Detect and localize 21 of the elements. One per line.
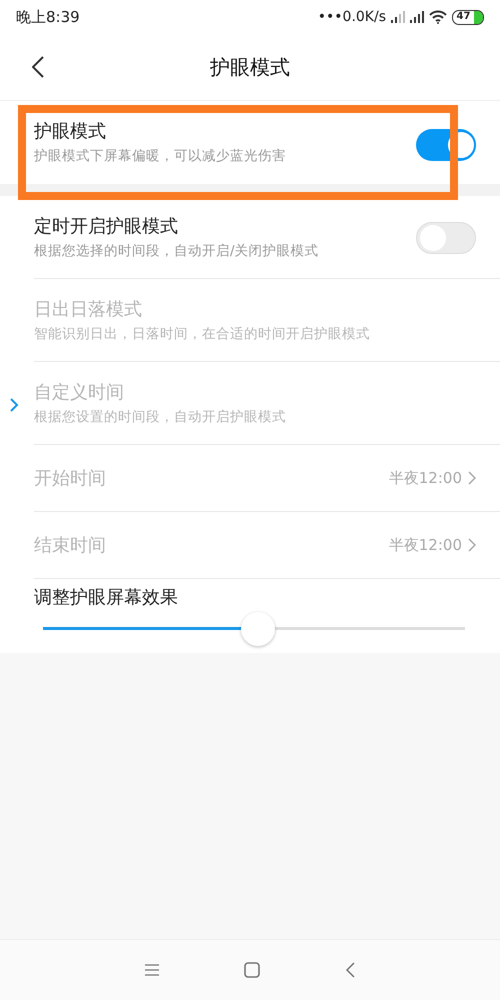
network-speed: •••0.0K/s (318, 9, 386, 25)
setting-description: 护眼模式下屏幕偏暖，可以减少蓝光伤害 (34, 147, 287, 165)
chevron-icon (468, 538, 476, 552)
wifi-icon (429, 10, 447, 24)
status-time: 晚上8:39 (16, 8, 80, 26)
menu-icon[interactable] (145, 964, 159, 976)
signal-icon (391, 11, 405, 23)
setting-title: 护眼模式 (34, 120, 107, 143)
setting-title: 调整护眼屏幕效果 (34, 586, 179, 609)
chevron-icon (468, 471, 476, 485)
setting-title[interactable]: 定时开启护眼模式 (34, 214, 416, 238)
signal-icon (410, 11, 424, 23)
back-icon[interactable] (32, 56, 44, 78)
setting-description: 智能识别日出，日落时间，在合适的时间开启护眼模式 (34, 325, 371, 343)
page-title: 护眼模式 (210, 54, 290, 78)
setting-description: 根据您选择的时间段，自动开启/关闭护眼模式 (34, 242, 320, 260)
slider-thumb[interactable] (241, 612, 276, 646)
battery-icon: 47 (452, 10, 484, 24)
setting-description: 根据您设置的时间段，自动开启护眼模式 (34, 408, 287, 426)
toggle-switch[interactable] (416, 222, 476, 254)
home-icon[interactable] (244, 962, 260, 978)
